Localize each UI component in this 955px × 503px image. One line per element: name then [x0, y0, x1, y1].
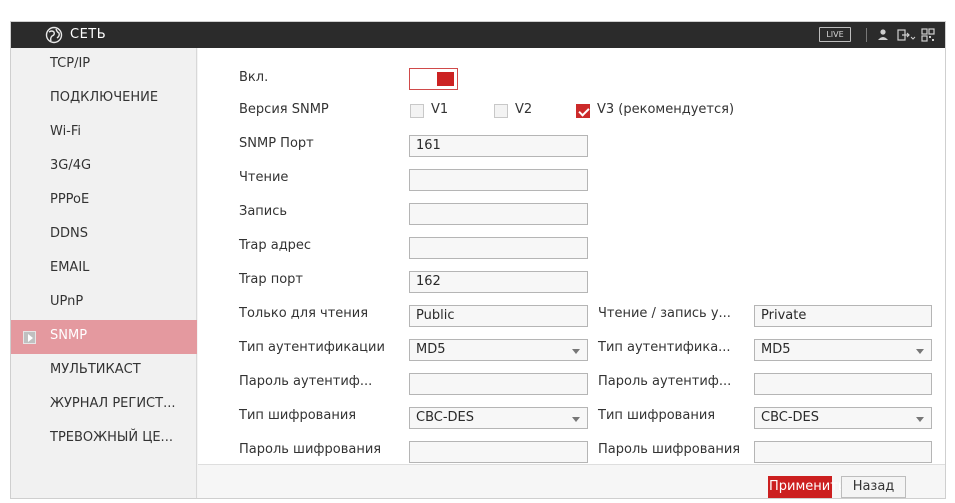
auth-type-label: Тип аутентификации — [239, 340, 385, 355]
titlebar-divider — [866, 28, 867, 42]
auth-password-2-input[interactable] — [754, 373, 932, 395]
sidebar-item-tcpip[interactable]: TCP/IP — [11, 48, 197, 82]
v1-label: V1 — [431, 102, 449, 117]
encryption-password-2-input[interactable] — [754, 441, 932, 463]
encryption-type-label: Тип шифрования — [239, 408, 357, 423]
apply-button[interactable]: Применить — [768, 476, 845, 498]
v3-checkbox[interactable] — [576, 104, 590, 118]
trap-port-input[interactable]: 162 — [409, 271, 588, 293]
toggle-knob — [437, 72, 454, 86]
read-community-input[interactable] — [409, 169, 588, 191]
sidebar-item-multicast[interactable]: МУЛЬТИКАСТ — [11, 354, 197, 388]
title-bar: СЕТЬ LIVE — [11, 22, 945, 48]
sidebar-item-label: UPnP — [50, 294, 84, 309]
sidebar-item-label: ТРЕВОЖНЫЙ ЦЕ... — [50, 430, 173, 445]
sidebar-item-label: SNMP — [50, 328, 88, 343]
sidebar-item-label: TCP/IP — [50, 56, 91, 71]
sidebar-item-label: ЖУРНАЛ РЕГИСТ... — [50, 396, 176, 411]
sidebar-item-wifi[interactable]: Wi-Fi — [11, 116, 197, 150]
write-community-input[interactable] — [409, 203, 588, 225]
sidebar-item-alarm-center[interactable]: ТРЕВОЖНЫЙ ЦЕ... — [11, 422, 197, 456]
sidebar-item-pppoe[interactable]: PPPoE — [11, 184, 197, 218]
sidebar-item-register-log[interactable]: ЖУРНАЛ РЕГИСТ... — [11, 388, 197, 422]
logout-icon[interactable] — [897, 28, 916, 42]
sidebar-item-snmp[interactable]: SNMP — [11, 320, 197, 354]
auth-type-select[interactable]: MD5 — [409, 339, 588, 361]
encryption-type-value: CBC-DES — [416, 410, 475, 425]
globe-logo-icon — [45, 26, 63, 44]
chevron-down-icon — [916, 349, 924, 354]
auth-password-2-label: Пароль аутентиф... — [598, 374, 732, 389]
sidebar-item-connection[interactable]: ПОДКЛЮЧЕНИЕ — [11, 82, 197, 116]
trap-address-label: Trap адрес — [239, 238, 312, 253]
sidebar-item-label: ПОДКЛЮЧЕНИЕ — [50, 90, 159, 105]
encryption-type-2-value: CBC-DES — [761, 410, 820, 425]
readwrite-user-input[interactable]: Private — [754, 305, 932, 327]
v3-label: V3 (рекомендуется) — [597, 102, 735, 117]
footer-bar: Применить Назад — [198, 464, 945, 498]
readwrite-user-label: Чтение / запись у... — [598, 306, 731, 321]
sidebar-item-upnp[interactable]: UPnP — [11, 286, 197, 320]
readonly-user-label: Только для чтения — [239, 306, 369, 321]
trap-port-label: Trap порт — [239, 272, 304, 287]
snmp-settings-panel: Вкл. Версия SNMP V1 V2 V3 (рекомендуется… — [198, 48, 945, 464]
enable-label: Вкл. — [239, 70, 269, 85]
back-button[interactable]: Назад — [841, 476, 906, 498]
encryption-password-input[interactable] — [409, 441, 588, 463]
trap-address-input[interactable] — [409, 237, 588, 259]
sidebar: TCP/IP ПОДКЛЮЧЕНИЕ Wi-Fi 3G/4G PPPoE DDN… — [11, 48, 197, 498]
snmp-version-label: Версия SNMP — [239, 102, 329, 117]
user-icon[interactable] — [877, 28, 889, 42]
auth-type-value: MD5 — [416, 342, 446, 357]
chevron-down-icon — [572, 349, 580, 354]
auth-password-label: Пароль аутентиф... — [239, 374, 373, 389]
sidebar-item-3g4g[interactable]: 3G/4G — [11, 150, 197, 184]
sidebar-item-label: МУЛЬТИКАСТ — [50, 362, 141, 377]
sidebar-item-label: PPPoE — [50, 192, 90, 207]
v1-checkbox[interactable] — [410, 104, 424, 118]
chevron-down-icon — [916, 417, 924, 422]
app-window: СЕТЬ LIVE TCP/IP ПОДКЛЮЧЕНИЕ Wi-Fi 3G/4G… — [10, 21, 946, 499]
encryption-password-2-label: Пароль шифрования — [598, 442, 741, 457]
read-community-label: Чтение — [239, 170, 289, 185]
auth-type-2-value: MD5 — [761, 342, 791, 357]
encryption-type-2-label: Тип шифрования — [598, 408, 716, 423]
v2-checkbox[interactable] — [494, 104, 508, 118]
page-title: СЕТЬ — [70, 27, 107, 42]
sidebar-item-label: DDNS — [50, 226, 88, 241]
encryption-type-2-select[interactable]: CBC-DES — [754, 407, 932, 429]
auth-password-input[interactable] — [409, 373, 588, 395]
qr-code-icon[interactable] — [921, 28, 935, 42]
enable-toggle[interactable] — [409, 68, 458, 90]
readonly-user-input[interactable]: Public — [409, 305, 588, 327]
sidebar-item-ddns[interactable]: DDNS — [11, 218, 197, 252]
v2-label: V2 — [515, 102, 533, 117]
write-community-label: Запись — [239, 204, 288, 219]
snmp-port-label: SNMP Порт — [239, 136, 314, 151]
snmp-port-input[interactable]: 161 — [409, 135, 588, 157]
auth-type-2-select[interactable]: MD5 — [754, 339, 932, 361]
sidebar-item-email[interactable]: EMAIL — [11, 252, 197, 286]
chevron-right-icon — [23, 331, 36, 344]
auth-type-2-label: Тип аутентифика... — [598, 340, 731, 355]
encryption-type-select[interactable]: CBC-DES — [409, 407, 588, 429]
chevron-down-icon — [572, 417, 580, 422]
sidebar-item-label: EMAIL — [50, 260, 90, 275]
encryption-password-label: Пароль шифрования — [239, 442, 382, 457]
live-view-button[interactable]: LIVE — [819, 27, 851, 42]
sidebar-item-label: Wi-Fi — [50, 124, 82, 139]
sidebar-item-label: 3G/4G — [50, 158, 92, 173]
